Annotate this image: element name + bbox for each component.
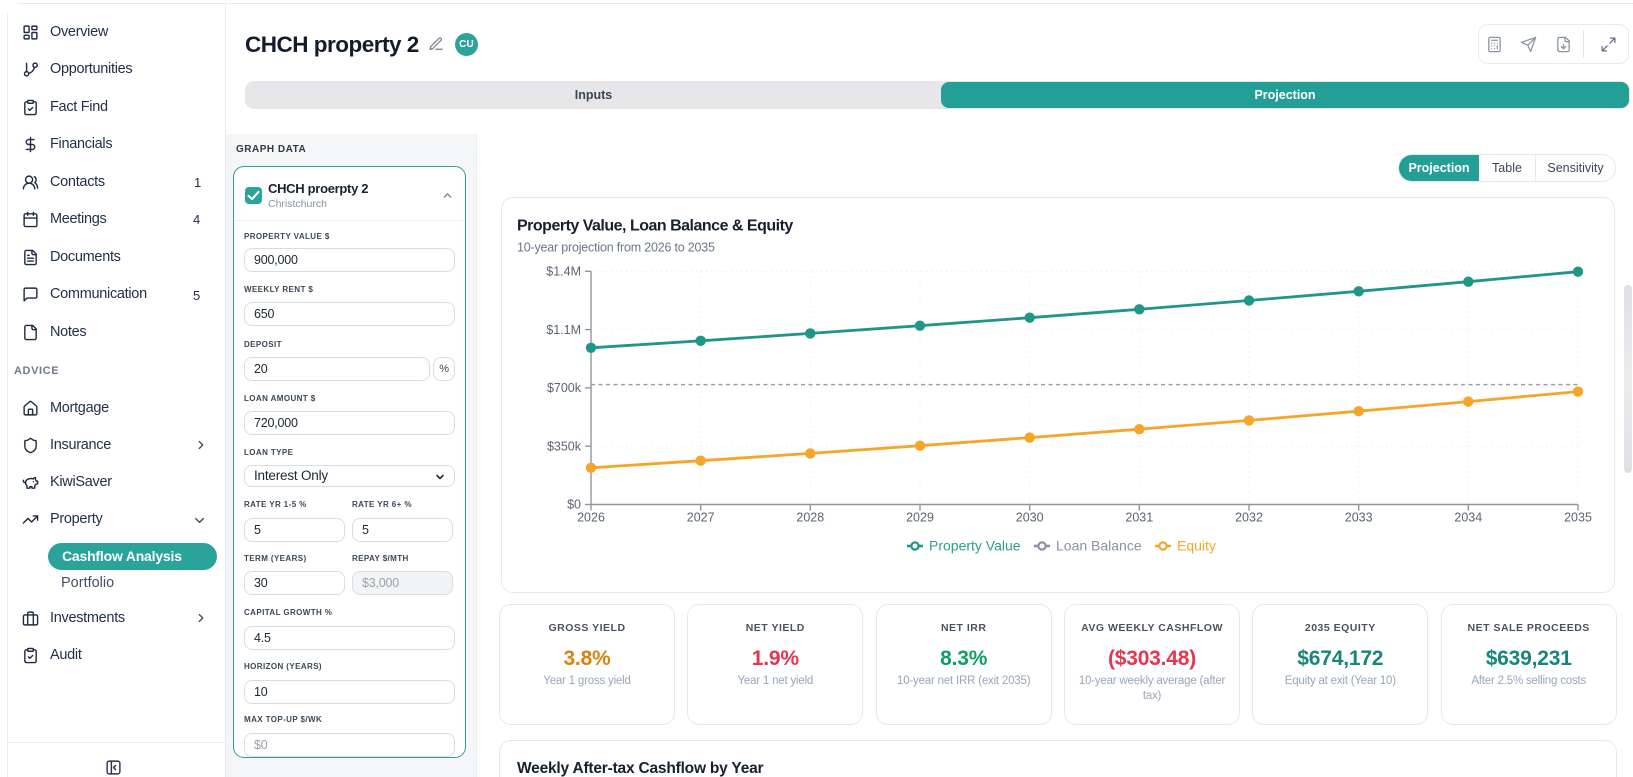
svg-text:Property Value: Property Value [929, 538, 1021, 554]
svg-text:2027: 2027 [687, 511, 715, 525]
svg-text:2033: 2033 [1345, 511, 1373, 525]
svg-text:Loan Balance: Loan Balance [1056, 538, 1142, 554]
svg-text:2032: 2032 [1235, 511, 1263, 525]
svg-text:$350k: $350k [547, 439, 582, 453]
svg-text:2028: 2028 [796, 511, 824, 525]
svg-text:Equity: Equity [1177, 538, 1216, 554]
svg-text:$1.4M: $1.4M [546, 265, 581, 279]
svg-text:10-year projection from 2026 t: 10-year projection from 2026 to 2035 [517, 241, 715, 255]
svg-text:2026: 2026 [577, 511, 605, 525]
svg-text:2029: 2029 [906, 511, 934, 525]
svg-text:2034: 2034 [1454, 511, 1482, 525]
svg-text:2031: 2031 [1125, 511, 1153, 525]
svg-text:$700k: $700k [547, 381, 582, 395]
svg-text:$1.1M: $1.1M [546, 323, 581, 337]
svg-text:2035: 2035 [1564, 511, 1592, 525]
svg-text:2030: 2030 [1016, 511, 1044, 525]
svg-text:Property Value, Loan Balance &: Property Value, Loan Balance & Equity [517, 218, 793, 235]
